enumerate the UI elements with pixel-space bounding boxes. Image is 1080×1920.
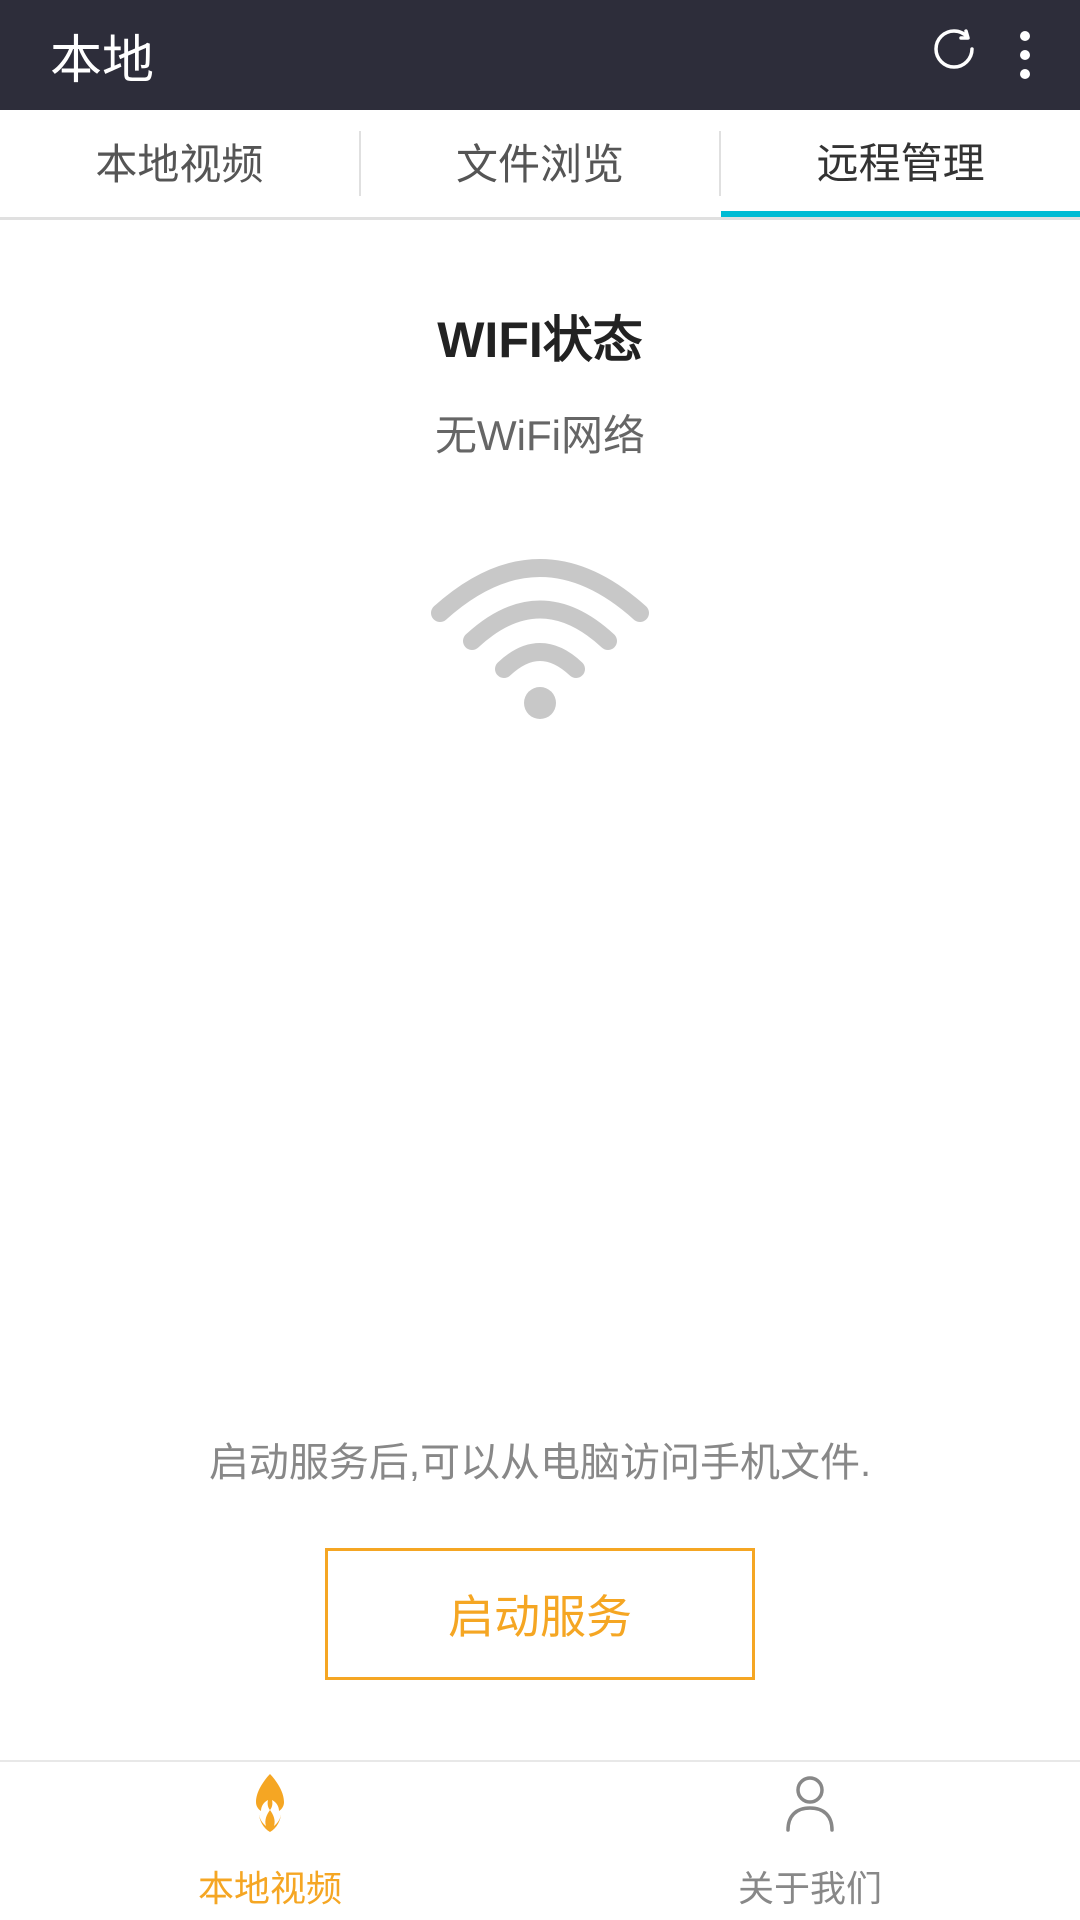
tab-remote-manage[interactable]: 远程管理 bbox=[721, 110, 1080, 217]
wifi-status-subtitle: 无WiFi网络 bbox=[435, 402, 645, 463]
service-info: 启动服务后,可以从电脑访问手机文件. bbox=[209, 1430, 871, 1488]
person-icon bbox=[780, 1770, 840, 1852]
tab-local-video[interactable]: 本地视频 bbox=[0, 110, 359, 217]
wifi-status-title: WIFI状态 bbox=[437, 300, 643, 372]
bottom-navigation: 本地视频 关于我们 bbox=[0, 1760, 1080, 1920]
nav-item-local-video[interactable]: 本地视频 bbox=[0, 1770, 540, 1912]
nav-label-about-us: 关于我们 bbox=[738, 1860, 882, 1912]
header-title: 本地 bbox=[50, 18, 154, 93]
fire-icon bbox=[240, 1770, 300, 1852]
tab-bar: 本地视频 文件浏览 远程管理 bbox=[0, 110, 1080, 220]
wifi-icon bbox=[410, 513, 670, 733]
nav-label-local-video: 本地视频 bbox=[198, 1860, 342, 1912]
start-service-button[interactable]: 启动服务 bbox=[325, 1548, 755, 1680]
nav-item-about-us[interactable]: 关于我们 bbox=[540, 1770, 1080, 1912]
tab-file-browser[interactable]: 文件浏览 bbox=[361, 110, 720, 217]
main-content: WIFI状态 无WiFi网络 启动服务后,可以从电脑访问手机文件. 启动服务 bbox=[0, 220, 1080, 1760]
refresh-icon[interactable] bbox=[928, 23, 980, 88]
more-icon[interactable] bbox=[1020, 29, 1030, 81]
header-actions bbox=[928, 23, 1030, 88]
app-header: 本地 bbox=[0, 0, 1080, 110]
